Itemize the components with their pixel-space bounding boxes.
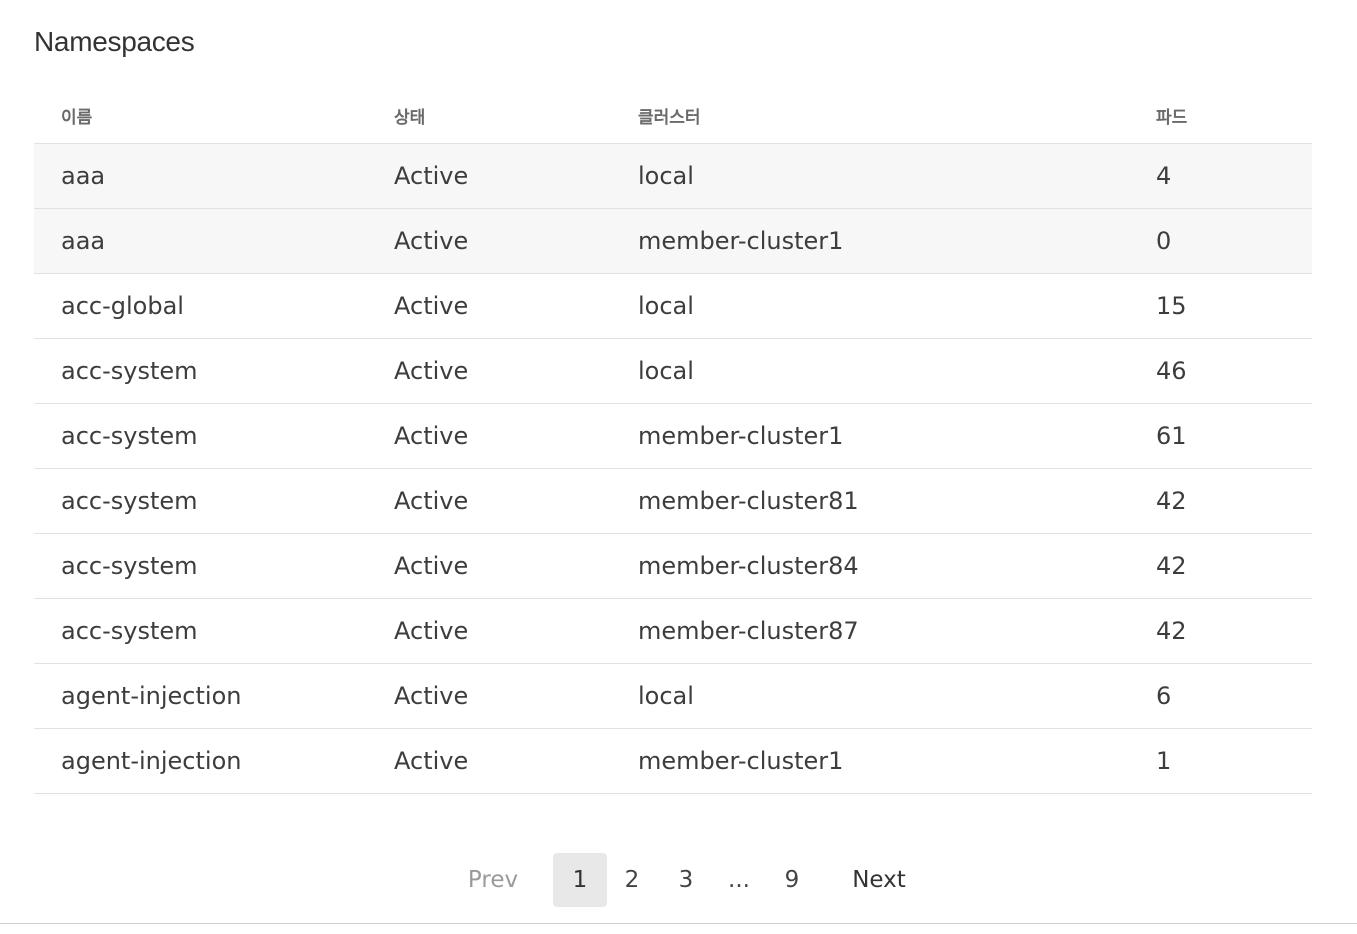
namespace-cluster: member-cluster87 xyxy=(638,617,859,645)
namespace-cluster: local xyxy=(638,292,694,320)
namespace-pods: 15 xyxy=(1156,292,1187,320)
namespace-pods: 42 xyxy=(1156,552,1187,580)
table-header: 이름 상태 클러스터 파드 xyxy=(34,88,1312,144)
namespace-cluster: member-cluster1 xyxy=(638,422,844,450)
namespaces-table: 이름 상태 클러스터 파드 aaa Active local 4 aaa Act… xyxy=(34,88,1312,794)
namespace-pods: 61 xyxy=(1156,422,1187,450)
namespace-status: Active xyxy=(394,747,469,775)
namespace-status: Active xyxy=(394,682,469,710)
namespace-cluster: member-cluster1 xyxy=(638,747,844,775)
namespace-status: Active xyxy=(394,357,469,385)
namespace-cluster: member-cluster81 xyxy=(638,487,859,515)
page-title: Namespaces xyxy=(34,26,195,57)
namespace-name: agent-injection xyxy=(61,747,242,775)
namespace-name: acc-system xyxy=(61,552,198,580)
namespace-cluster: local xyxy=(638,357,694,385)
namespace-name: acc-system xyxy=(61,422,198,450)
table-row[interactable]: acc-system Active local 46 xyxy=(34,339,1312,404)
page-button-9[interactable]: 9 xyxy=(772,853,812,907)
namespace-cluster: local xyxy=(638,682,694,710)
namespace-name: acc-system xyxy=(61,357,198,385)
namespace-name: acc-system xyxy=(61,617,198,645)
namespace-cluster: local xyxy=(638,162,694,190)
namespace-pods: 46 xyxy=(1156,357,1187,385)
namespace-name: aaa xyxy=(61,227,106,255)
namespace-pods: 42 xyxy=(1156,617,1187,645)
table-row[interactable]: acc-system Active member-cluster87 42 xyxy=(34,599,1312,664)
namespace-pods: 4 xyxy=(1156,162,1172,190)
namespace-status: Active xyxy=(394,617,469,645)
namespace-name: agent-injection xyxy=(61,682,242,710)
table-row[interactable]: agent-injection Active member-cluster1 1 xyxy=(34,729,1312,794)
table-row[interactable]: acc-system Active member-cluster1 61 xyxy=(34,404,1312,469)
namespace-pods: 6 xyxy=(1156,682,1172,710)
page-button-1[interactable]: 1 xyxy=(553,853,607,907)
namespace-status: Active xyxy=(394,162,469,190)
next-page-button[interactable]: Next xyxy=(846,853,912,907)
namespace-name: aaa xyxy=(61,162,106,190)
page-button-2[interactable]: 2 xyxy=(612,853,652,907)
namespace-cluster: member-cluster1 xyxy=(638,227,844,255)
pagination-ellipsis: ... xyxy=(728,867,750,893)
table-row[interactable]: aaa Active member-cluster1 0 xyxy=(34,209,1312,274)
column-header-status[interactable]: 상태 xyxy=(394,88,425,143)
column-header-pods[interactable]: 파드 xyxy=(1156,88,1187,143)
table-row[interactable]: acc-global Active local 15 xyxy=(34,274,1312,339)
pagination: Prev 1 2 3 ... 9 Next xyxy=(0,853,1357,907)
bottom-divider xyxy=(0,923,1357,924)
namespace-pods: 1 xyxy=(1156,747,1172,775)
namespace-status: Active xyxy=(394,227,469,255)
table-row[interactable]: agent-injection Active local 6 xyxy=(34,664,1312,729)
column-header-cluster[interactable]: 클러스터 xyxy=(638,88,701,143)
page-button-3[interactable]: 3 xyxy=(666,853,706,907)
column-header-name[interactable]: 이름 xyxy=(61,88,92,143)
namespace-pods: 42 xyxy=(1156,487,1187,515)
prev-page-button[interactable]: Prev xyxy=(460,853,526,907)
namespace-cluster: member-cluster84 xyxy=(638,552,859,580)
namespace-status: Active xyxy=(394,422,469,450)
namespace-status: Active xyxy=(394,552,469,580)
namespace-name: acc-system xyxy=(61,487,198,515)
namespace-status: Active xyxy=(394,292,469,320)
table-row[interactable]: acc-system Active member-cluster81 42 xyxy=(34,469,1312,534)
namespace-status: Active xyxy=(394,487,469,515)
table-row[interactable]: aaa Active local 4 xyxy=(34,144,1312,209)
table-row[interactable]: acc-system Active member-cluster84 42 xyxy=(34,534,1312,599)
namespace-name: acc-global xyxy=(61,292,184,320)
namespace-pods: 0 xyxy=(1156,227,1172,255)
